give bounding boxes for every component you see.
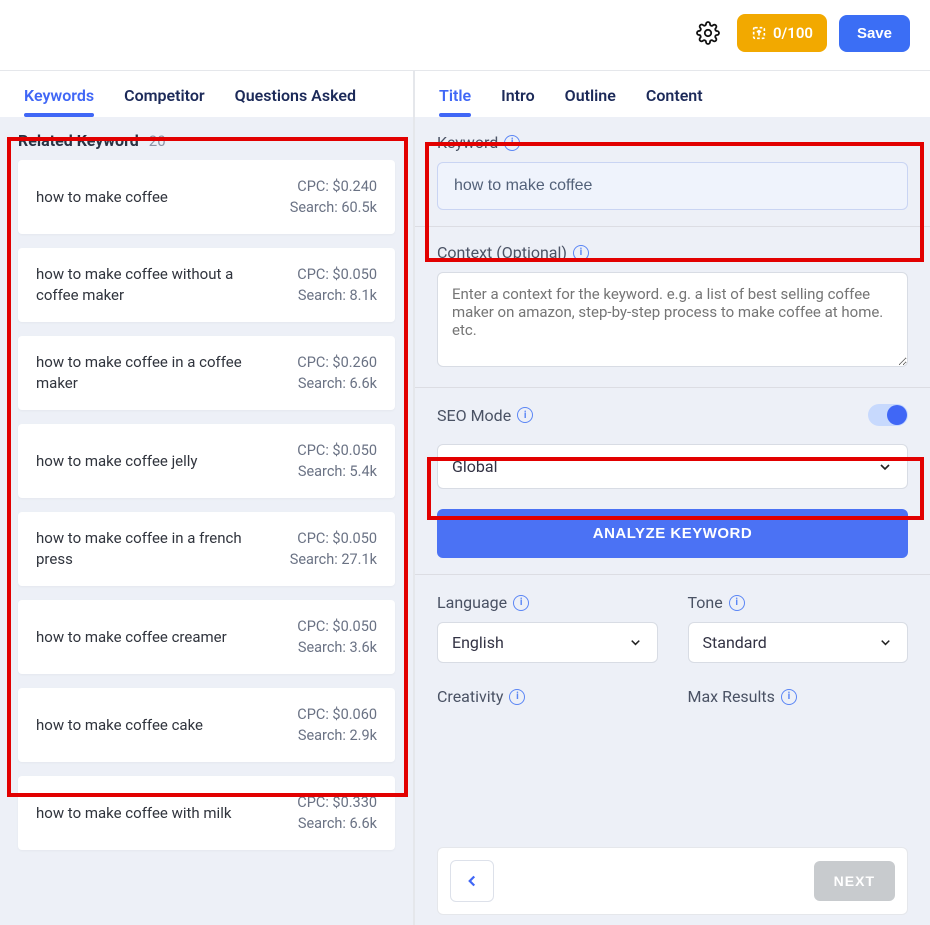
related-keyword-title: Related Keyword bbox=[18, 131, 139, 150]
tab-intro[interactable]: Intro bbox=[501, 86, 535, 117]
tab-competitor[interactable]: Competitor bbox=[124, 86, 205, 117]
keyword-card[interactable]: how to make coffee with milk CPC: $0.330S… bbox=[18, 776, 395, 850]
keyword-card[interactable]: how to make coffee cake CPC: $0.060Search… bbox=[18, 688, 395, 762]
keyword-cpc: CPC: $0.240 bbox=[290, 176, 377, 197]
keyword-card[interactable]: how to make coffee jelly CPC: $0.050Searc… bbox=[18, 424, 395, 498]
keyword-cpc: CPC: $0.330 bbox=[297, 792, 377, 813]
keyword-text: how to make coffee cake bbox=[36, 715, 203, 736]
related-keyword-count: 20 bbox=[149, 132, 166, 150]
language-value: English bbox=[452, 633, 504, 652]
keyword-search: Search: 6.6k bbox=[297, 373, 377, 394]
left-tabs: Keywords Competitor Questions Asked bbox=[0, 71, 413, 117]
keyword-card[interactable]: how to make coffee CPC: $0.240Search: 60.… bbox=[18, 160, 395, 234]
related-keyword-header: Related Keyword 20 bbox=[0, 117, 413, 160]
keyword-search: Search: 8.1k bbox=[297, 285, 377, 306]
keyword-card[interactable]: how to make coffee creamer CPC: $0.050Sea… bbox=[18, 600, 395, 674]
keyword-meta: CPC: $0.330Search: 6.6k bbox=[297, 792, 377, 834]
context-label: Context (Optional) i bbox=[437, 243, 908, 262]
prev-button[interactable] bbox=[450, 860, 494, 902]
keyword-text: how to make coffee with milk bbox=[36, 803, 231, 824]
toggle-knob bbox=[887, 405, 907, 425]
keyword-text: how to make coffee creamer bbox=[36, 627, 227, 648]
info-icon[interactable]: i bbox=[509, 689, 525, 705]
info-icon[interactable]: i bbox=[513, 595, 529, 611]
chevron-down-icon bbox=[628, 635, 643, 650]
keyword-search: Search: 3.6k bbox=[297, 637, 377, 658]
keyword-text: how to make coffee jelly bbox=[36, 451, 198, 472]
max-results-label: Max Results i bbox=[688, 687, 909, 706]
info-icon[interactable]: i bbox=[729, 595, 745, 611]
tab-title[interactable]: Title bbox=[439, 86, 471, 117]
keyword-search: Search: 60.5k bbox=[290, 197, 377, 218]
keyword-cpc: CPC: $0.050 bbox=[297, 264, 377, 285]
keyword-text: how to make coffee without a coffee make… bbox=[36, 264, 246, 306]
tab-outline[interactable]: Outline bbox=[565, 86, 616, 117]
info-icon[interactable]: i bbox=[573, 245, 589, 261]
region-value: Global bbox=[452, 457, 498, 476]
keyword-card[interactable]: how to make coffee in a coffee maker CPC:… bbox=[18, 336, 395, 410]
keyword-cpc: CPC: $0.260 bbox=[297, 352, 377, 373]
seo-mode-label: SEO Mode i bbox=[437, 406, 533, 425]
creativity-label: Creativity i bbox=[437, 687, 658, 706]
keyword-cpc: CPC: $0.060 bbox=[297, 704, 377, 725]
keyword-meta: CPC: $0.240Search: 60.5k bbox=[290, 176, 377, 218]
tone-select[interactable]: Standard bbox=[688, 622, 909, 663]
chevron-down-icon bbox=[877, 459, 893, 475]
next-button[interactable]: NEXT bbox=[814, 861, 895, 901]
bottom-nav: NEXT bbox=[437, 847, 908, 915]
keyword-label: Keyword i bbox=[437, 133, 908, 152]
tab-questions-asked[interactable]: Questions Asked bbox=[235, 86, 356, 117]
save-button[interactable]: Save bbox=[839, 15, 910, 52]
language-label: Language i bbox=[437, 593, 658, 612]
keyword-text: how to make coffee in a coffee maker bbox=[36, 352, 246, 394]
keyword-meta: CPC: $0.260Search: 6.6k bbox=[297, 352, 377, 394]
keyword-card[interactable]: how to make coffee in a french press CPC:… bbox=[18, 512, 395, 586]
keyword-input[interactable] bbox=[437, 162, 908, 210]
keyword-search: Search: 27.1k bbox=[290, 549, 377, 570]
keyword-meta: CPC: $0.050Search: 27.1k bbox=[290, 528, 377, 570]
tab-keywords[interactable]: Keywords bbox=[24, 86, 94, 117]
chevron-left-icon bbox=[463, 872, 481, 890]
gear-icon bbox=[696, 21, 720, 45]
keyword-card[interactable]: how to make coffee without a coffee make… bbox=[18, 248, 395, 322]
keyword-search: Search: 6.6k bbox=[297, 813, 377, 834]
tab-content[interactable]: Content bbox=[646, 86, 703, 117]
usage-count: 0/100 bbox=[773, 24, 813, 42]
right-tabs: Title Intro Outline Content bbox=[415, 71, 930, 117]
keyword-meta: CPC: $0.050Search: 8.1k bbox=[297, 264, 377, 306]
tone-label: Tone i bbox=[688, 593, 909, 612]
analyze-keyword-button[interactable]: ANALYZE KEYWORD bbox=[437, 509, 908, 558]
keyword-meta: CPC: $0.060Search: 2.9k bbox=[297, 704, 377, 746]
keyword-cpc: CPC: $0.050 bbox=[297, 440, 377, 461]
usage-badge[interactable]: 0/100 bbox=[737, 14, 827, 52]
context-textarea[interactable] bbox=[437, 272, 908, 367]
tone-value: Standard bbox=[703, 633, 767, 652]
keyword-meta: CPC: $0.050Search: 3.6k bbox=[297, 616, 377, 658]
language-select[interactable]: English bbox=[437, 622, 658, 663]
keyword-text: how to make coffee bbox=[36, 187, 168, 208]
info-icon[interactable]: i bbox=[517, 407, 533, 423]
export-icon bbox=[751, 25, 767, 41]
keyword-cpc: CPC: $0.050 bbox=[290, 528, 377, 549]
region-select[interactable]: Global bbox=[437, 444, 908, 489]
keyword-text: how to make coffee in a french press bbox=[36, 528, 246, 570]
keyword-search: Search: 2.9k bbox=[297, 725, 377, 746]
info-icon[interactable]: i bbox=[781, 689, 797, 705]
info-icon[interactable]: i bbox=[504, 135, 520, 151]
seo-mode-toggle[interactable] bbox=[868, 404, 908, 426]
keyword-list: how to make coffee CPC: $0.240Search: 60.… bbox=[0, 160, 413, 870]
keyword-search: Search: 5.4k bbox=[297, 461, 377, 482]
keyword-cpc: CPC: $0.050 bbox=[297, 616, 377, 637]
keyword-meta: CPC: $0.050Search: 5.4k bbox=[297, 440, 377, 482]
settings-button[interactable] bbox=[691, 16, 725, 50]
chevron-down-icon bbox=[878, 635, 893, 650]
